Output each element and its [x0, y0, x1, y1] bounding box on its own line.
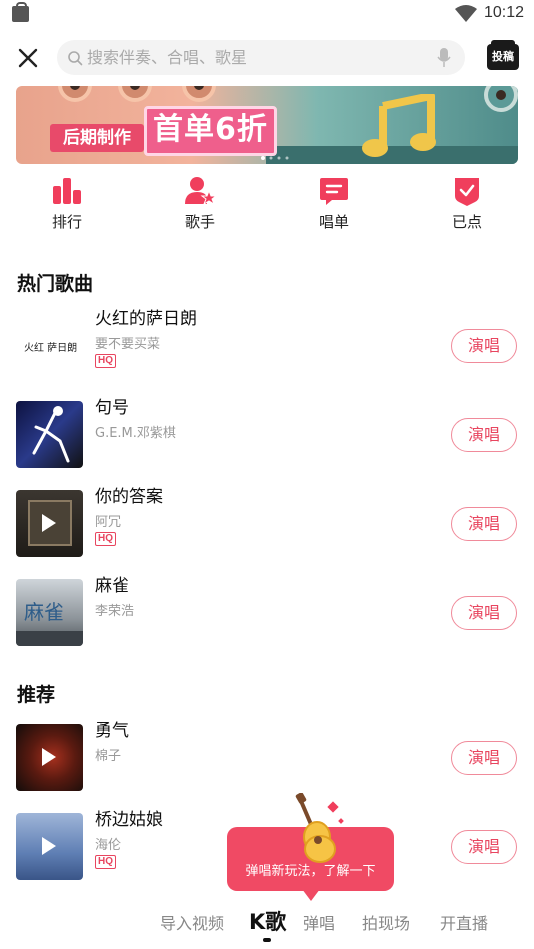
nav-label: 排行 — [51, 213, 82, 231]
microphone-icon[interactable] — [437, 48, 451, 68]
song-row[interactable]: 麻雀 麻雀 李荣浩 演唱 — [0, 576, 534, 649]
banner-headline: 首单6折 — [144, 106, 277, 156]
song-title: 勇气 — [95, 721, 129, 741]
cover-art-text: 麻雀 — [24, 600, 64, 624]
speaker-decoration — [182, 86, 216, 102]
tab-play-sing[interactable]: 弹唱 — [303, 910, 335, 934]
section-title-recommend: 推荐 — [17, 684, 56, 706]
song-artist: 李荣浩 — [95, 604, 135, 619]
status-bar: 10:12 — [0, 0, 534, 30]
song-row[interactable]: 句号 G.E.M.邓紫棋 演唱 — [0, 398, 534, 471]
hq-badge: HQ — [95, 855, 116, 869]
cover-art: 麻雀 — [16, 600, 83, 646]
song-title: 麻雀 — [95, 576, 129, 596]
wifi-icon — [455, 5, 477, 22]
song-title: 你的答案 — [95, 487, 163, 507]
song-row[interactable]: 勇气 棉子 演唱 — [0, 721, 534, 794]
song-cover — [16, 490, 83, 557]
promo-bubble[interactable]: 弹唱新玩法，了解一下 — [227, 793, 394, 901]
song-artist: 阿冗 — [95, 515, 122, 530]
song-title: 句号 — [95, 398, 129, 418]
quick-nav: 排行 歌手 唱单 已点 — [0, 176, 534, 236]
bottom-tab-bar: 导入视频 K歌 弹唱 拍现场 开直播 — [0, 902, 534, 949]
song-row[interactable]: 火红 萨日朗 火红的萨日朗 要不要买菜 HQ 演唱 — [0, 309, 534, 382]
submit-label: 投稿 — [492, 50, 514, 63]
song-artist: 要不要买菜 — [95, 337, 161, 352]
speaker-decoration — [118, 86, 152, 102]
cover-art-text: 火红 萨日朗 — [24, 341, 77, 354]
nav-label: 歌手 — [184, 213, 215, 231]
status-time: 10:12 — [484, 4, 525, 21]
speaker-decoration — [58, 86, 92, 102]
cover-art — [32, 406, 70, 463]
promo-banner[interactable]: 后期制作 首单6折 — [16, 86, 518, 164]
sing-button[interactable]: 演唱 — [451, 741, 517, 775]
banner-tag: 后期制作 — [50, 124, 144, 152]
close-icon[interactable] — [14, 44, 42, 72]
sing-button[interactable]: 演唱 — [451, 418, 517, 452]
music-note-icon — [362, 94, 436, 157]
nav-ranking[interactable]: 排行 — [27, 176, 107, 232]
song-title: 桥边姑娘 — [95, 810, 163, 830]
carousel-dots — [261, 156, 289, 160]
shopping-bag-icon — [12, 2, 29, 22]
song-title: 火红的萨日朗 — [95, 309, 197, 329]
tab-karaoke[interactable]: K歌 — [249, 906, 286, 936]
song-artist: 棉子 — [95, 749, 122, 764]
song-cover — [16, 401, 83, 468]
speaker-decoration — [484, 86, 518, 112]
song-cover: 麻雀 — [16, 579, 83, 646]
search-bar[interactable] — [57, 40, 465, 75]
hq-badge: HQ — [95, 354, 116, 368]
song-cover: 火红 萨日朗 — [16, 312, 83, 379]
promo-text: 弹唱新玩法，了解一下 — [245, 864, 376, 879]
sing-button[interactable]: 演唱 — [451, 830, 517, 864]
sing-button[interactable]: 演唱 — [451, 596, 517, 630]
sing-button[interactable]: 演唱 — [451, 329, 517, 363]
song-list-icon — [320, 178, 348, 205]
tab-import-video[interactable]: 导入视频 — [160, 910, 224, 934]
tab-go-live[interactable]: 开直播 — [440, 910, 488, 934]
nav-label: 唱单 — [318, 213, 349, 231]
nav-song-list[interactable]: 唱单 — [294, 176, 374, 232]
submit-button[interactable]: 投稿 — [487, 40, 519, 70]
cover-art: 火红 萨日朗 — [24, 341, 77, 354]
song-artist: 海伦 — [95, 838, 122, 853]
nav-label: 已点 — [451, 213, 482, 231]
nav-singer[interactable]: 歌手 — [160, 176, 240, 232]
play-icon[interactable] — [42, 514, 56, 532]
play-icon[interactable] — [42, 748, 56, 766]
ranking-icon — [53, 178, 81, 204]
search-input[interactable] — [87, 40, 427, 75]
play-icon[interactable] — [42, 837, 56, 855]
singer-icon — [185, 177, 216, 206]
song-cover — [16, 724, 83, 791]
song-cover — [16, 813, 83, 880]
search-icon — [68, 51, 83, 66]
ordered-icon — [455, 178, 479, 206]
tab-indicator — [263, 938, 271, 942]
guitar-icon — [295, 793, 344, 863]
song-row[interactable]: 你的答案 阿冗 HQ 演唱 — [0, 487, 534, 560]
hq-badge: HQ — [95, 532, 116, 546]
search-header: 投稿 — [0, 36, 534, 80]
nav-ordered[interactable]: 已点 — [427, 176, 507, 232]
song-artist: G.E.M.邓紫棋 — [95, 426, 176, 441]
section-title-hot: 热门歌曲 — [17, 273, 94, 295]
tab-live-scene[interactable]: 拍现场 — [362, 910, 410, 934]
sing-button[interactable]: 演唱 — [451, 507, 517, 541]
